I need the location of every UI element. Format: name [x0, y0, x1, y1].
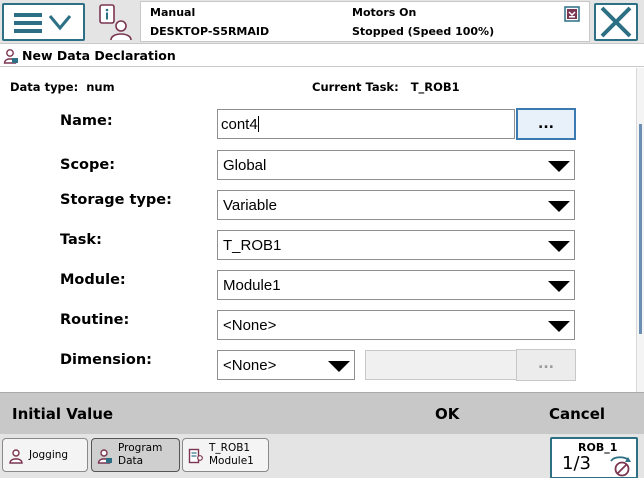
routine-value: <None> — [223, 317, 277, 334]
data-type-value: num — [86, 80, 115, 94]
dimension-label: Dimension: — [60, 352, 152, 368]
program-state: Stopped (Speed 100%) — [352, 25, 495, 38]
taskbar-item-line1: Program — [118, 442, 163, 454]
dropdown-arrow-icon — [548, 241, 570, 252]
command-bar: Initial Value OK Cancel — [0, 392, 644, 434]
main-menu-button[interactable] — [2, 3, 85, 41]
notification-icon — [564, 6, 580, 22]
dropdown-arrow-icon — [548, 201, 570, 212]
taskbar-item-label: T_ROB1 Module1 — [209, 442, 254, 468]
current-task-info: Current Task: T_ROB1 — [312, 80, 460, 94]
dimension-dropdown[interactable]: <None> — [217, 350, 355, 380]
ok-button[interactable]: OK — [435, 405, 459, 423]
quickset-menu-button[interactable]: ROB_1 1/3 — [550, 437, 638, 479]
dimension-edit-button: ... — [516, 349, 576, 381]
module-label: Module: — [60, 272, 126, 288]
dimension-size-field — [365, 350, 517, 380]
taskbar-item-line2: Data — [118, 455, 144, 467]
operating-mode: Manual — [150, 6, 196, 19]
motors-state: Motors On — [352, 6, 417, 19]
routine-label: Routine: — [60, 312, 130, 328]
storage-type-label: Storage type: — [60, 192, 172, 208]
name-label: Name: — [60, 113, 113, 129]
current-task-value: T_ROB1 — [410, 80, 460, 94]
top-bar: Manual DESKTOP-S5RMAID Motors On Stopped… — [0, 0, 644, 44]
window-title-row: New Data Declaration — [0, 45, 644, 67]
program-data-icon — [3, 49, 18, 64]
text-caret — [257, 116, 259, 132]
run-mode-icon — [610, 456, 631, 477]
program-data-icon — [97, 449, 112, 464]
storage-type-value: Variable — [223, 197, 277, 214]
cancel-button[interactable]: Cancel — [549, 405, 605, 423]
taskbar-item-label: Jogging — [29, 449, 69, 461]
task-value: T_ROB1 — [223, 237, 282, 254]
taskbar-item-program-data[interactable]: Program Data — [91, 438, 180, 472]
dimension-value: <None> — [223, 357, 277, 374]
routine-dropdown[interactable]: <None> — [217, 310, 575, 340]
declaration-form: Data type: num Current Task: T_ROB1 Name… — [0, 68, 636, 392]
window-title: New Data Declaration — [22, 48, 176, 63]
task-label: Task: — [60, 232, 102, 248]
initial-value-button[interactable]: Initial Value — [12, 405, 113, 423]
dropdown-arrow-icon — [548, 161, 570, 172]
module-dropdown[interactable]: Module1 — [217, 270, 575, 300]
scrollbar-thumb[interactable] — [639, 124, 642, 334]
task-dropdown[interactable]: T_ROB1 — [217, 230, 575, 260]
status-panel[interactable]: Manual DESKTOP-S5RMAID Motors On Stopped… — [140, 1, 590, 42]
taskbar-item-program-editor[interactable]: T_ROB1 Module1 — [182, 438, 269, 472]
vertical-scrollbar[interactable] — [636, 68, 644, 392]
dropdown-arrow-icon — [328, 361, 350, 372]
data-type-info: Data type: num — [10, 80, 115, 94]
module-value: Module1 — [223, 277, 281, 294]
bottom-strip — [0, 478, 644, 485]
name-input-value: cont4 — [221, 116, 258, 133]
dropdown-arrow-icon — [548, 321, 570, 332]
taskbar-item-label: Program Data — [118, 442, 162, 468]
event-log-icon[interactable] — [96, 2, 136, 42]
data-type-label: Data type: — [10, 80, 79, 94]
storage-type-dropdown[interactable]: Variable — [217, 190, 575, 220]
name-input[interactable]: cont4 — [217, 109, 515, 139]
scope-dropdown[interactable]: Global — [217, 150, 575, 180]
jogging-icon — [9, 449, 23, 464]
current-task-label: Current Task: — [312, 80, 399, 94]
close-button[interactable] — [594, 3, 638, 41]
taskbar-item-line2: Module1 — [209, 455, 254, 467]
increment-fraction: 1/3 — [562, 453, 591, 474]
program-editor-icon — [188, 448, 203, 464]
name-keyboard-button[interactable]: ... — [516, 108, 576, 140]
taskbar-item-line1: T_ROB1 — [209, 442, 251, 454]
scope-label: Scope: — [60, 157, 116, 173]
dropdown-arrow-icon — [548, 281, 570, 292]
controller-name: DESKTOP-S5RMAID — [150, 25, 270, 38]
scope-value: Global — [223, 157, 267, 174]
close-icon — [600, 6, 632, 38]
hamburger-menu-icon — [14, 13, 72, 33]
taskbar-item-jogging[interactable]: Jogging — [2, 438, 88, 472]
